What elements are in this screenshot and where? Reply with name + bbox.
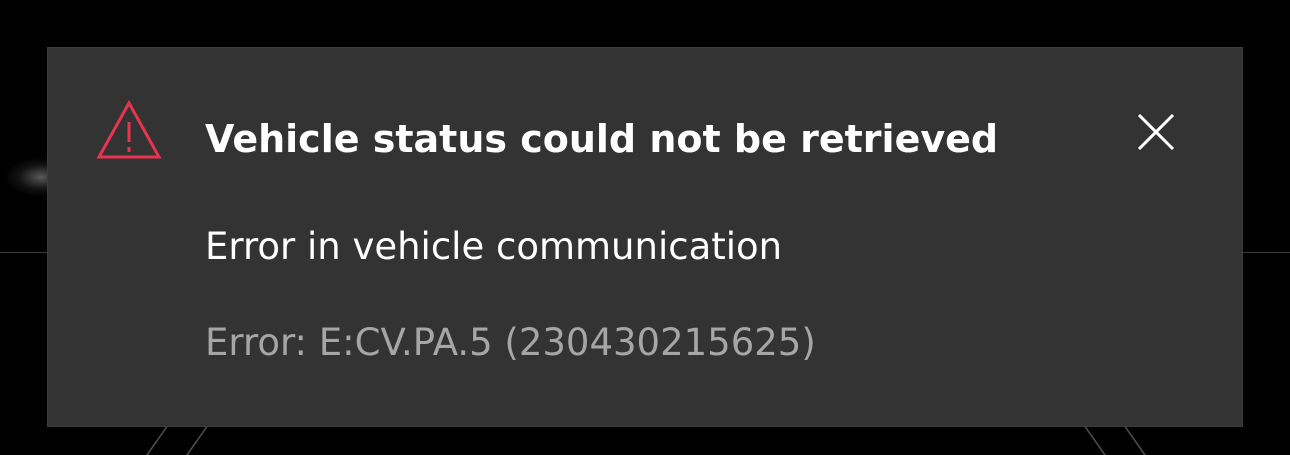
app-screen: Vehicle status could not be retrieved Er… [0,0,1290,455]
close-button[interactable] [1126,102,1186,162]
dialog-title: Vehicle status could not be retrieved [205,117,999,161]
error-code: Error: E:CV.PA.5 (230430215625) [205,321,816,364]
warning-triangle-icon [96,100,162,159]
close-icon[interactable] [1126,102,1186,162]
error-message: Error in vehicle communication [205,225,783,268]
